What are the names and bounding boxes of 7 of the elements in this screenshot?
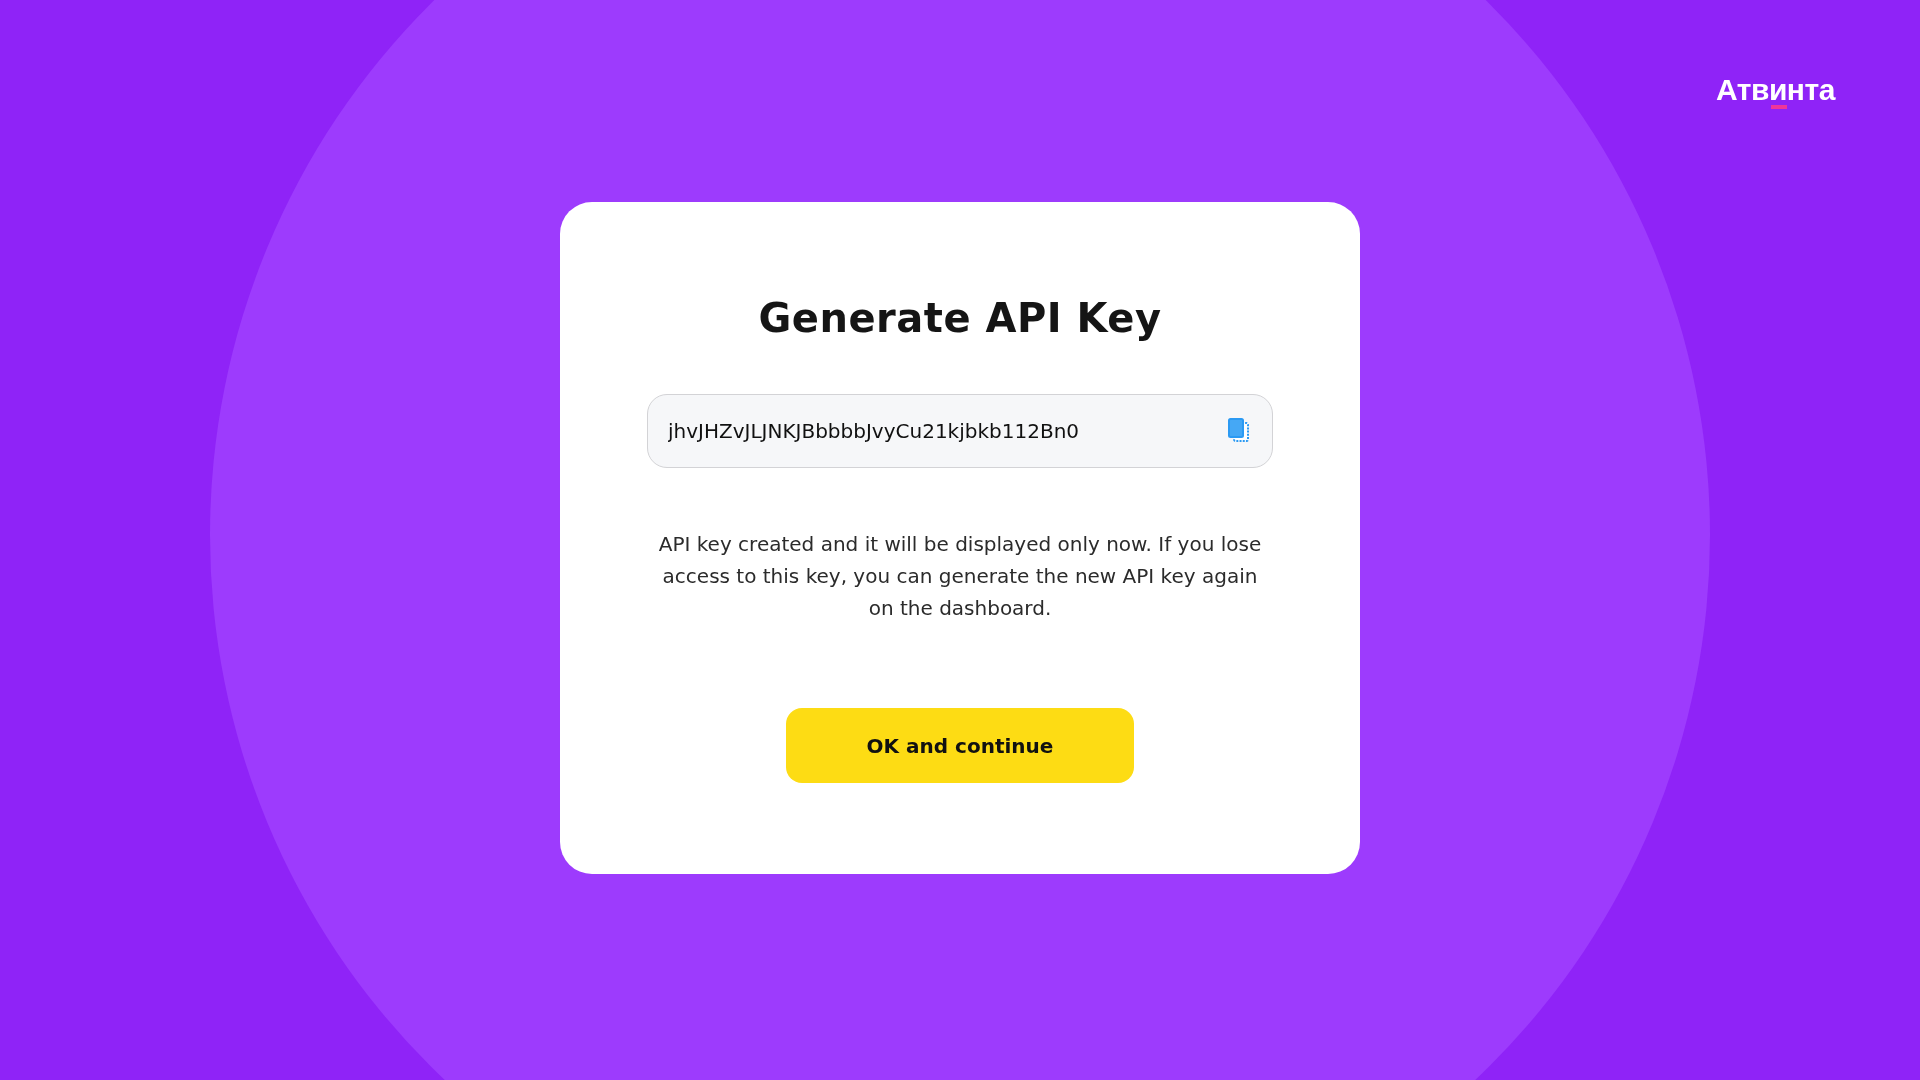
logo-text: Атвинта	[1716, 73, 1835, 106]
info-message: API key created and it will be displayed only now. If you lose access to this key, you can generate the new API key again on the dashboard.	[657, 531, 1263, 622]
continue-button[interactable]: OK and continue	[786, 708, 1134, 783]
dialog-title: Generate API Key	[758, 294, 1162, 342]
logo-accent-mark	[1771, 105, 1787, 109]
api-key-field[interactable]: jhvJHZvJLJNKJBbbbbJvyCu21kjbkb112Bn0	[647, 394, 1273, 468]
copy-icon[interactable]	[1227, 418, 1251, 444]
